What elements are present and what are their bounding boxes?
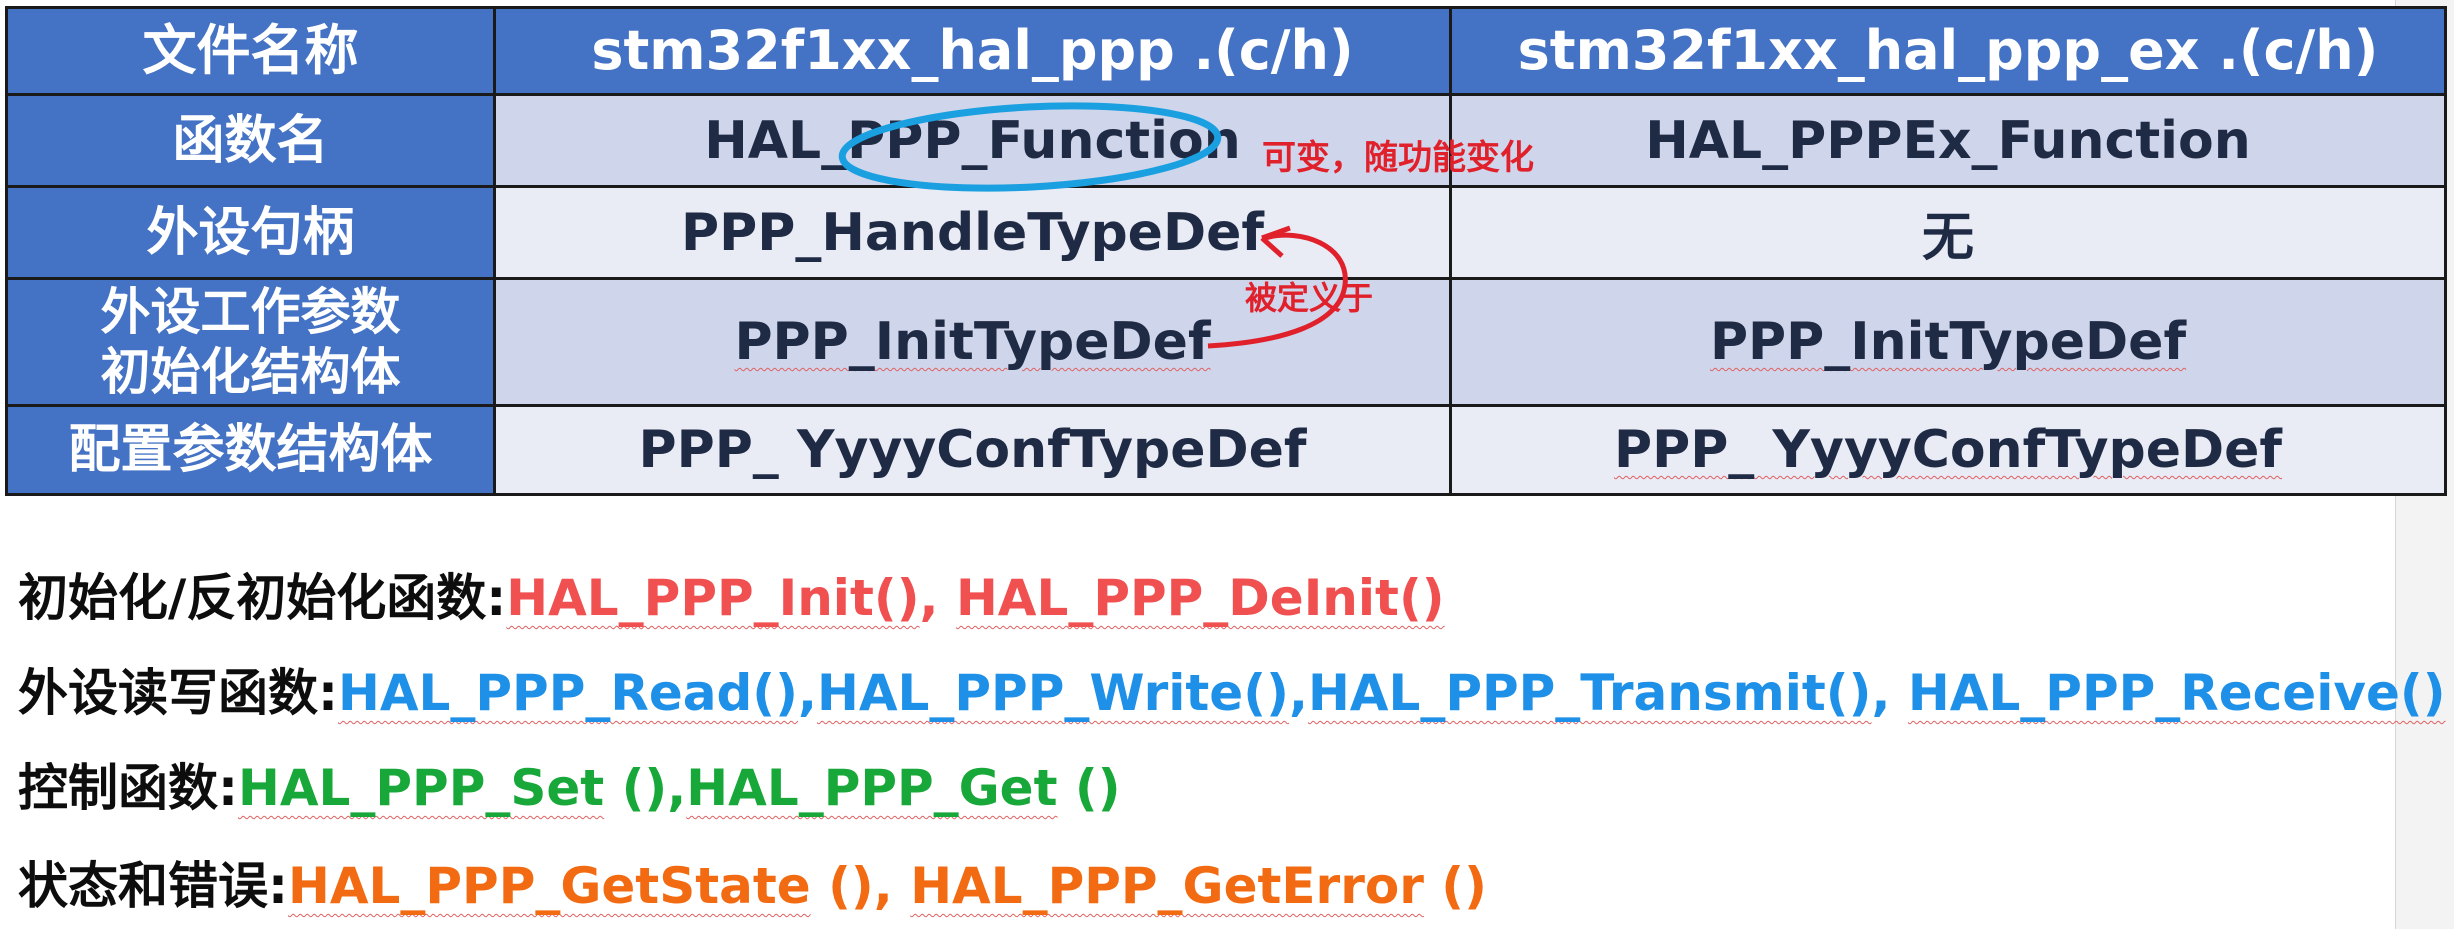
cell-init-typedef-ex: PPP_InitTypeDef xyxy=(1449,277,2447,407)
rw-functions-line: 外设读写函数:HAL_PPP_Read(),HAL_PPP_Write(),HA… xyxy=(18,653,2446,733)
init-functions-line: 初始化/反初始化函数:HAL_PPP_Init(), HAL_PPP_DeIni… xyxy=(18,558,1445,638)
read-function: HAL_PPP_Read() xyxy=(338,664,798,722)
table-row-handle: 外设句柄 PPP_HandleTypeDef 无 xyxy=(5,185,2447,280)
init-typedef-text: PPP_InitTypeDef xyxy=(734,312,1211,372)
rw-sep-3: , xyxy=(1871,664,1908,722)
set-parens: () xyxy=(604,759,668,817)
table-row-function-name: 函数名 HAL_PPP_Function HAL_PPPEx_Function xyxy=(5,93,2447,188)
transmit-function: HAL_PPP_Transmit() xyxy=(1307,664,1872,722)
hal-function-text: HAL_PPP_Function xyxy=(704,110,1241,171)
row-label-handle: 外设句柄 xyxy=(5,185,496,280)
init-separator: , xyxy=(919,569,956,627)
header-hal-file: stm32f1xx_hal_ppp .(c/h) xyxy=(493,6,1452,96)
cell-handle-none: 无 xyxy=(1449,185,2447,280)
geterror-parens: () xyxy=(1423,857,1487,915)
getstate-function: HAL_PPP_GetState xyxy=(288,857,811,915)
table-row-init-struct: 外设工作参数 初始化结构体 PPP_InitTypeDef PPP_InitTy… xyxy=(5,277,2447,407)
init-typedef-ex-text: PPP_InitTypeDef xyxy=(1709,312,2187,372)
set-function: HAL_PPP_Set xyxy=(238,759,605,817)
control-functions-label: 控制函数: xyxy=(18,759,238,817)
get-function: HAL_PPP_Get xyxy=(686,759,1058,817)
row-label-init-struct-line1: 外设工作参数 xyxy=(100,283,401,341)
rw-sep-2: , xyxy=(1288,664,1308,722)
cell-hal-ex-function: HAL_PPPEx_Function xyxy=(1449,93,2447,188)
ctrl-sep: , xyxy=(667,759,687,817)
receive-function: HAL_PPP_Receive() xyxy=(1907,664,2446,722)
row-label-function-name: 函数名 xyxy=(5,93,496,188)
hal-file-table: 文件名称 stm32f1xx_hal_ppp .(c/h) stm32f1xx_… xyxy=(5,6,2447,496)
getstate-parens: () xyxy=(810,857,874,915)
rw-sep-1: , xyxy=(798,664,817,722)
row-label-init-struct: 外设工作参数 初始化结构体 xyxy=(5,277,496,407)
write-function: HAL_PPP_Write() xyxy=(817,664,1289,722)
state-sep: , xyxy=(873,857,911,915)
control-functions-line: 控制函数:HAL_PPP_Set (),HAL_PPP_Get () xyxy=(18,748,1121,828)
init-functions-label: 初始化/反初始化函数: xyxy=(18,569,507,627)
header-label-file-name: 文件名称 xyxy=(5,6,496,96)
state-error-line: 状态和错误:HAL_PPP_GetState (), HAL_PPP_GetEr… xyxy=(18,846,1487,926)
cell-config-typedef-ex: PPP_ YyyyConfTypeDef xyxy=(1449,404,2447,496)
deinit-function: HAL_PPP_DeInit() xyxy=(955,569,1445,627)
variable-annotation: 可变，随功能变化 xyxy=(1262,138,1534,178)
defined-in-annotation: 被定义于 xyxy=(1245,279,1374,317)
table-row-config-struct: 配置参数结构体 PPP_ YyyyConfTypeDef PPP_ YyyyCo… xyxy=(5,404,2447,496)
row-label-config-struct: 配置参数结构体 xyxy=(5,404,496,496)
header-hal-ex-file: stm32f1xx_hal_ppp_ex .(c/h) xyxy=(1449,6,2447,96)
geterror-function: HAL_PPP_GetError xyxy=(910,857,1424,915)
rw-functions-label: 外设读写函数: xyxy=(18,664,338,722)
row-label-init-struct-line2: 初始化结构体 xyxy=(100,343,401,401)
config-typedef-ex-text: PPP_ YyyyConfTypeDef xyxy=(1613,420,2283,480)
cell-config-typedef: PPP_ YyyyConfTypeDef xyxy=(493,404,1452,496)
table-header-row: 文件名称 stm32f1xx_hal_ppp .(c/h) stm32f1xx_… xyxy=(5,6,2447,96)
state-error-label: 状态和错误: xyxy=(18,857,288,915)
get-parens: () xyxy=(1057,759,1121,817)
init-function: HAL_PPP_Init() xyxy=(506,569,920,627)
cell-handle-typedef: PPP_HandleTypeDef xyxy=(493,185,1452,280)
